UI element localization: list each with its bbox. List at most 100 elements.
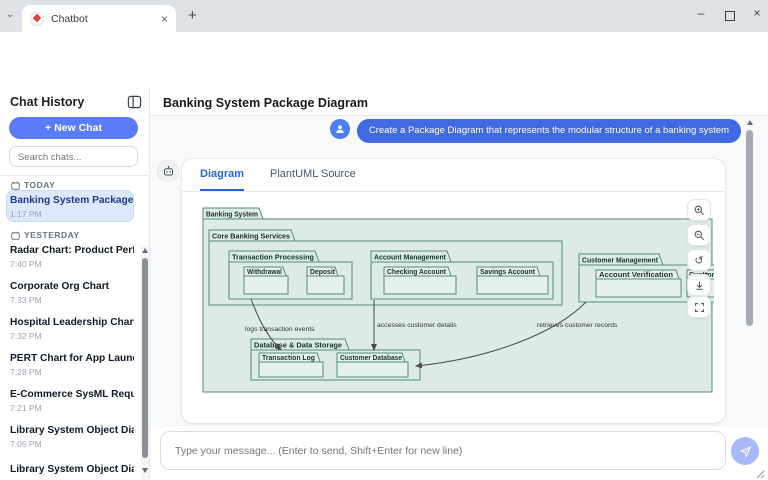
site-favicon-icon — [30, 12, 44, 26]
chat-history-sidebar: Chat History + New Chat TODAY Banking Sy… — [0, 88, 150, 480]
package-label: Transaction Log — [262, 355, 315, 362]
send-paper-plane-icon — [739, 445, 752, 458]
sidebar-title: Chat History — [10, 95, 84, 109]
chat-item[interactable]: Banking System Package Dia... 1:17 PM — [10, 195, 134, 219]
chat-item-title: PERT Chart for App Launch — [10, 353, 134, 364]
window-maximize-button[interactable] — [725, 11, 735, 21]
person-icon — [334, 123, 346, 135]
main-panel: Banking System Package Diagram Create a … — [150, 88, 768, 480]
package-label: Savings Account — [480, 269, 536, 276]
edge-label: accesses customer details — [377, 322, 457, 329]
download-icon — [694, 280, 705, 291]
chat-scroll-up-icon[interactable] — [747, 120, 753, 125]
chat-item[interactable]: Radar Chart: Product Perfor... 7:40 PM — [10, 245, 134, 269]
scroll-down-arrow-icon[interactable] — [142, 468, 148, 473]
zoom-out-button[interactable] — [687, 224, 711, 246]
search-input[interactable] — [10, 148, 153, 167]
chat-item-title: Banking System Package Dia... — [10, 195, 134, 206]
window-minimize-button[interactable]: – — [690, 6, 712, 20]
browser-tab[interactable]: Chatbot × — [22, 5, 176, 32]
package-checking-account: Checking Account — [384, 267, 456, 294]
package-label: Checking Account — [387, 269, 447, 276]
section-label: YESTERDAY — [24, 230, 80, 240]
zoom-in-button[interactable] — [687, 199, 711, 221]
package-label: Banking System — [206, 210, 258, 219]
chat-item-title: Library System Object Diagr... — [10, 425, 134, 436]
chat-item[interactable]: Library System Object Diagr... — [10, 464, 134, 475]
chat-item[interactable]: E-Commerce SysML Require... 7:21 PM — [10, 389, 134, 413]
package-label: Account Verification — [599, 272, 673, 279]
chat-item-time: 7:28 PM — [10, 367, 134, 377]
package-transaction-log: Transaction Log — [259, 353, 323, 377]
window-close-button[interactable]: × — [746, 6, 768, 20]
browser-toolbar: ← → ↻ ai-toolbox.visual-paradigm.com/app… — [0, 32, 768, 59]
app-header: Chatbot Powered by Visual Paradigm More … — [0, 58, 768, 89]
package-label: Database & Data Storage — [254, 341, 342, 350]
collapse-sidebar-icon[interactable] — [127, 95, 142, 109]
package-label: Core Banking Services — [212, 232, 290, 241]
new-chat-button[interactable]: + New Chat — [9, 117, 138, 139]
tab-diagram[interactable]: Diagram — [200, 159, 244, 191]
package-withdrawal: Withdrawal — [244, 267, 288, 294]
chat-item-title: Corporate Org Chart — [10, 281, 134, 292]
chat-scrollbar-thumb[interactable] — [746, 130, 753, 326]
fullscreen-icon — [694, 302, 705, 313]
new-tab-button[interactable]: + — [188, 7, 197, 24]
edge-label: logs transaction events — [245, 326, 315, 333]
chat-item[interactable]: Corporate Org Chart 7:33 PM — [10, 281, 134, 305]
section-yesterday: YESTERDAY — [11, 230, 80, 240]
package-diagram[interactable]: Banking System Core Banking Services Tra… — [201, 206, 714, 402]
chat-item-title: Library System Object Diagr... — [10, 464, 134, 475]
card-tabs: Diagram PlantUML Source — [182, 159, 725, 192]
zoom-in-icon — [694, 205, 705, 216]
send-button[interactable] — [731, 437, 759, 465]
tab-close-icon[interactable]: × — [161, 13, 168, 25]
fullscreen-button[interactable] — [687, 296, 711, 318]
package-label: Account Management — [374, 253, 446, 262]
edge-label: retrieves customer records — [537, 322, 618, 329]
chat-item-time: 7:32 PM — [10, 331, 134, 341]
message-input[interactable] — [161, 432, 725, 469]
tab-search-icon[interactable]: ⌄ — [6, 9, 14, 20]
robot-icon — [162, 165, 175, 178]
chat-item[interactable]: Hospital Leadership Chart 7:32 PM — [10, 317, 134, 341]
package-label: Customer Management — [582, 256, 658, 265]
package-account-verification: Account Verification — [596, 270, 681, 297]
chat-item-time: 7:05 PM — [10, 439, 134, 449]
package-label: Withdrawal — [247, 269, 282, 276]
user-message-row: Create a Package Diagram that represents… — [330, 119, 741, 143]
bot-avatar — [157, 160, 179, 182]
sidebar-divider — [0, 175, 149, 176]
tab-plantuml-source[interactable]: PlantUML Source — [270, 159, 356, 191]
browser-tabstrip: ⌄ Chatbot × + – × — [0, 0, 768, 32]
chat-item-title: Hospital Leadership Chart — [10, 317, 134, 328]
bot-response-card: Diagram PlantUML Source — [181, 158, 726, 424]
tab-title: Chatbot — [51, 13, 161, 25]
reset-icon: ↺ — [694, 254, 703, 267]
user-message-avatar — [330, 119, 350, 139]
scroll-up-arrow-icon[interactable] — [142, 248, 148, 253]
conversation-title: Banking System Package Diagram — [163, 96, 368, 110]
section-today: TODAY — [11, 180, 55, 190]
search-chats-box[interactable] — [9, 146, 138, 167]
sidebar-scrollbar-thumb[interactable] — [142, 258, 148, 458]
chat-item-time: 7:21 PM — [10, 403, 134, 413]
package-label: Transaction Processing — [232, 253, 314, 262]
package-savings-account: Savings Account — [477, 267, 548, 294]
message-input-bar — [150, 427, 768, 480]
message-box[interactable] — [160, 431, 726, 470]
browser-window: ⌄ Chatbot × + – × ← → ↻ ai-toolbox.visua… — [0, 0, 768, 480]
chat-item[interactable]: Library System Object Diagr... 7:05 PM — [10, 425, 134, 449]
download-button[interactable] — [687, 274, 711, 296]
resize-grip-icon[interactable] — [753, 467, 765, 479]
zoom-out-icon — [694, 230, 705, 241]
section-label: TODAY — [24, 180, 55, 190]
reset-zoom-button[interactable]: ↺ — [687, 249, 711, 271]
chat-area: Create a Package Diagram that represents… — [150, 116, 768, 427]
calendar-icon — [11, 231, 20, 240]
package-label: Customer Database — [340, 355, 402, 362]
chat-item-title: E-Commerce SysML Require... — [10, 389, 134, 400]
chat-item-title: Radar Chart: Product Perfor... — [10, 245, 134, 256]
package-customer-database: Customer Database — [337, 353, 408, 377]
chat-item[interactable]: PERT Chart for App Launch 7:28 PM — [10, 353, 134, 377]
